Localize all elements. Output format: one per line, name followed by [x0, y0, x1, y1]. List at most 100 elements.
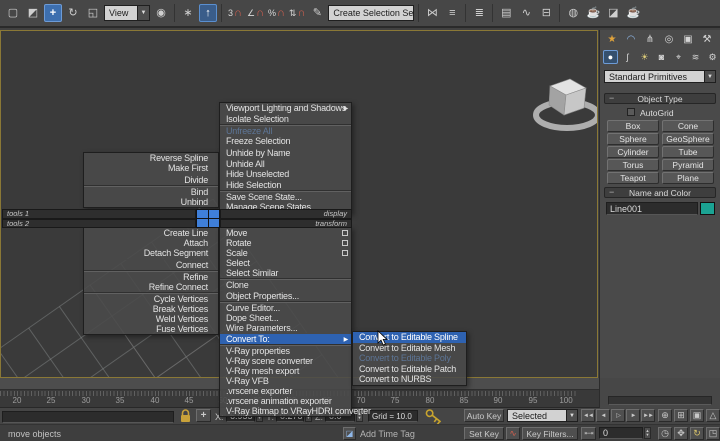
- settings-icon[interactable]: [342, 240, 348, 246]
- orbit-icon[interactable]: ↻: [690, 427, 704, 440]
- reference-coordinate-dropdown[interactable]: View ▼: [104, 5, 150, 21]
- select-by-name-icon[interactable]: ◩: [24, 4, 42, 22]
- cone-button[interactable]: Cone: [662, 120, 714, 132]
- menu-item[interactable]: Isolate Selection: [220, 114, 351, 125]
- zoom-icon[interactable]: ⊕: [658, 409, 672, 422]
- menu-item-convert-editable-patch[interactable]: Convert to Editable Patch: [353, 364, 466, 375]
- quad-header-tools2[interactable]: tools 2: [2, 219, 196, 229]
- select-and-rotate-icon[interactable]: ↻: [64, 4, 82, 22]
- menu-item[interactable]: Wire Parameters...: [220, 323, 351, 333]
- menu-item[interactable]: Cycle Vertices: [84, 294, 218, 304]
- menu-item[interactable]: V-Ray mesh export: [220, 366, 351, 376]
- category-dropdown[interactable]: Standard Primitives ▼: [604, 70, 716, 83]
- menu-item[interactable]: Reverse Spline: [84, 153, 218, 163]
- cylinder-button[interactable]: Cylinder: [607, 146, 659, 158]
- menu-item[interactable]: Hide Unselected: [220, 169, 351, 180]
- previous-frame-button[interactable]: ◄: [596, 409, 610, 422]
- quad-header-transform[interactable]: transform: [220, 219, 352, 229]
- subtab-space-warps[interactable]: ≋: [688, 50, 703, 64]
- selection-lock-icon[interactable]: [179, 409, 192, 423]
- pyramid-button[interactable]: Pyramid: [662, 159, 714, 171]
- key-mode-toggle-button[interactable]: ⇤⇥: [581, 427, 596, 440]
- menu-item[interactable]: Break Vertices: [84, 304, 218, 314]
- box-button[interactable]: Box: [607, 120, 659, 132]
- select-and-manipulate-icon[interactable]: ∗: [179, 4, 197, 22]
- time-tag-icon[interactable]: ◪: [343, 427, 356, 440]
- use-center-icon[interactable]: ◉: [152, 4, 170, 22]
- menu-item[interactable]: V-Ray properties: [220, 346, 351, 356]
- tab-display[interactable]: ▣: [680, 32, 696, 47]
- menu-item[interactable]: Detach Segment: [84, 248, 218, 258]
- menu-item[interactable]: Divide: [84, 175, 218, 185]
- set-key-curve-icon[interactable]: ∿: [506, 427, 520, 440]
- tab-modify[interactable]: ◠: [623, 32, 639, 47]
- current-frame-field[interactable]: 0: [599, 427, 643, 439]
- menu-item[interactable]: Viewport Lighting and Shadows▶: [220, 103, 351, 114]
- go-to-start-button[interactable]: ◄◄: [581, 409, 595, 422]
- menu-item[interactable]: Refine Connect: [84, 282, 218, 292]
- name-color-rollout[interactable]: − Name and Color: [604, 187, 716, 198]
- frame-spinner[interactable]: ▲▼: [644, 427, 651, 439]
- menu-item[interactable]: Freeze Selection: [220, 136, 351, 147]
- named-selection-set-dropdown[interactable]: Create Selection Se ▼: [328, 5, 414, 21]
- plane-button[interactable]: Plane: [662, 172, 714, 184]
- menu-item[interactable]: Select: [220, 258, 351, 268]
- menu-item[interactable]: Attach: [84, 238, 218, 248]
- menu-item[interactable]: V-Ray scene converter: [220, 356, 351, 366]
- collapse-icon[interactable]: −: [609, 187, 614, 197]
- subtab-geometry[interactable]: ●: [603, 50, 618, 64]
- schematic-view-icon[interactable]: ⊟: [537, 4, 555, 22]
- menu-item[interactable]: .vrscene exporter: [220, 386, 351, 396]
- settings-icon[interactable]: [342, 230, 348, 236]
- mirror-icon[interactable]: ⋈: [423, 4, 441, 22]
- menu-item[interactable]: V-Ray Bitmap to VRayHDRI converter: [220, 406, 351, 416]
- sphere-button[interactable]: Sphere: [607, 133, 659, 145]
- menu-item[interactable]: Curve Editor...: [220, 303, 351, 313]
- maximize-viewport-icon[interactable]: ◳: [706, 427, 720, 440]
- zoom-region-icon[interactable]: △: [706, 409, 720, 422]
- torus-button[interactable]: Torus: [607, 159, 659, 171]
- menu-item[interactable]: Unhide by Name: [220, 148, 351, 159]
- quad-header-tools1[interactable]: tools 1: [2, 209, 196, 219]
- zoom-extents-icon[interactable]: ▣: [690, 409, 704, 422]
- tab-hierarchy[interactable]: ⋔: [642, 32, 658, 47]
- time-configuration-icon[interactable]: ◷: [658, 427, 672, 440]
- dropdown-arrow-icon[interactable]: ▼: [413, 6, 414, 20]
- angle-snap-icon[interactable]: ∠∩: [246, 4, 265, 22]
- quad-header-display[interactable]: display: [220, 209, 352, 219]
- subtab-shapes[interactable]: ʃ: [620, 50, 635, 64]
- zoom-all-icon[interactable]: ⊞: [674, 409, 688, 422]
- tab-motion[interactable]: ◎: [661, 32, 677, 47]
- menu-item[interactable]: Object Properties...: [220, 291, 351, 301]
- tab-utilities[interactable]: ⚒: [699, 32, 715, 47]
- rendered-frame-window-icon[interactable]: ◪: [604, 4, 622, 22]
- geosphere-button[interactable]: GeoSphere: [662, 133, 714, 145]
- dropdown-arrow-icon[interactable]: ▼: [704, 71, 715, 82]
- collapse-icon[interactable]: −: [609, 93, 614, 103]
- curve-editor-icon[interactable]: ∿: [517, 4, 535, 22]
- menu-item[interactable]: Move: [220, 228, 351, 238]
- menu-item[interactable]: Make First: [84, 163, 218, 173]
- menu-item[interactable]: Scale: [220, 248, 351, 258]
- menu-item-convert-editable-spline[interactable]: Convert to Editable Spline: [353, 332, 466, 343]
- scene-explorer-icon[interactable]: ▤: [497, 4, 515, 22]
- menu-item[interactable]: Unhide All: [220, 159, 351, 170]
- menu-item[interactable]: Bind: [84, 187, 218, 197]
- dropdown-arrow-icon[interactable]: ▼: [566, 410, 577, 421]
- menu-item[interactable]: Refine: [84, 272, 218, 282]
- menu-item[interactable]: Fuse Vertices: [84, 324, 218, 334]
- set-key-button[interactable]: Set Key: [464, 427, 504, 440]
- render-setup-icon[interactable]: ☕: [584, 4, 602, 22]
- menu-item[interactable]: Unbind: [84, 197, 218, 207]
- subtab-helpers[interactable]: ⌖: [671, 50, 686, 64]
- next-frame-button[interactable]: ►: [626, 409, 640, 422]
- quad-menu-center-icon[interactable]: [196, 209, 220, 228]
- view-cube[interactable]: [521, 67, 598, 145]
- go-to-end-button[interactable]: ►►: [641, 409, 655, 422]
- menu-item[interactable]: Save Scene State...: [220, 192, 351, 203]
- menu-item-convert-to[interactable]: Convert To:▶: [220, 334, 351, 344]
- menu-item-convert-nurbs[interactable]: Convert to NURBS: [353, 374, 466, 385]
- absolute-transform-typein-icon[interactable]: +: [196, 409, 211, 422]
- subtab-systems[interactable]: ⚙: [705, 50, 720, 64]
- object-color-swatch[interactable]: [700, 202, 715, 215]
